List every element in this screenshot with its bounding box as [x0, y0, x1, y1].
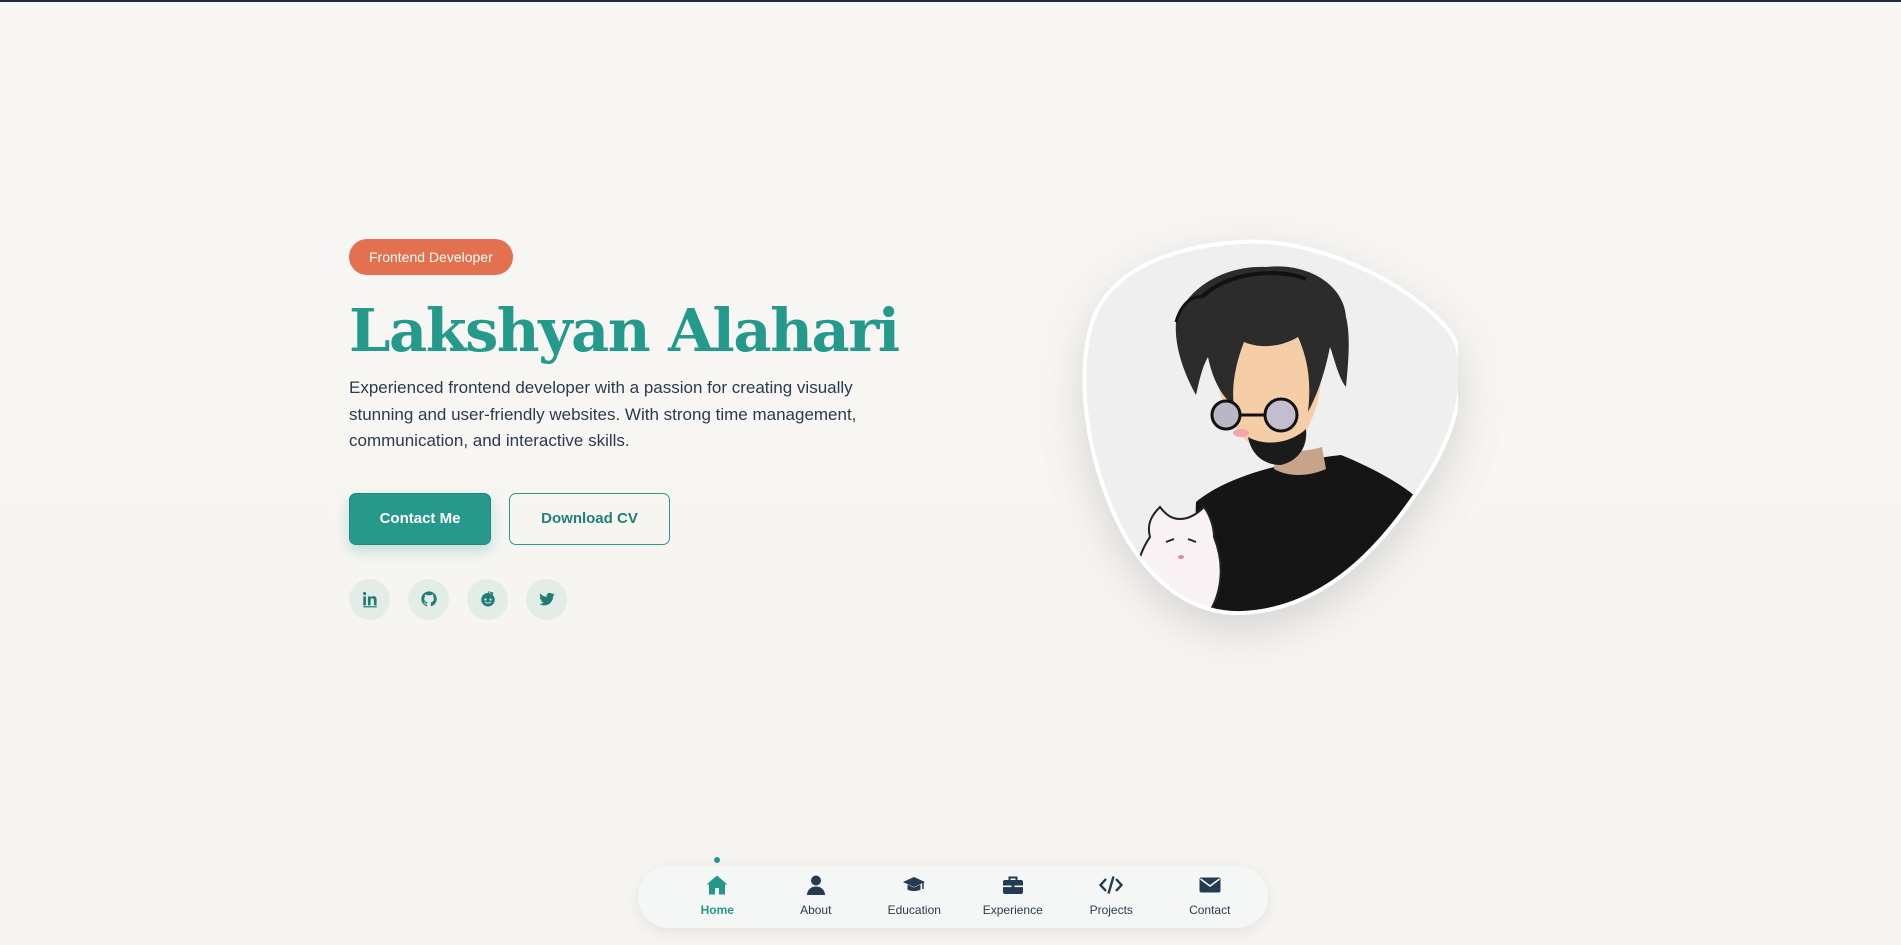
linkedin-icon — [362, 592, 377, 608]
nav-label-experience: Experience — [982, 903, 1043, 917]
download-cv-button[interactable]: Download CV — [509, 492, 670, 545]
envelope-icon — [1196, 869, 1224, 897]
user-icon — [802, 869, 830, 897]
nav-label-about: About — [800, 903, 832, 917]
hero-bio: Experienced frontend developer with a pa… — [349, 378, 857, 450]
graduation-cap-icon — [900, 869, 928, 897]
contact-me-button[interactable]: Contact Me — [349, 492, 491, 545]
nav-item-education[interactable]: Education — [865, 866, 964, 928]
briefcase-icon — [999, 869, 1027, 897]
nav-item-about[interactable]: About — [767, 866, 866, 928]
hero-section: Frontend Developer Lakshyan Alahari Expe… — [349, 239, 909, 620]
role-badge: Frontend Developer — [349, 239, 513, 275]
home-icon — [703, 869, 731, 897]
nav-label-home: Home — [700, 903, 734, 917]
twitter-icon — [538, 592, 555, 606]
nav-item-experience[interactable]: Experience — [964, 866, 1063, 928]
reddit-icon — [480, 591, 495, 607]
nav-label-projects: Projects — [1089, 903, 1133, 917]
nav-label-education: Education — [887, 903, 941, 917]
nav-item-home[interactable]: Home — [668, 857, 767, 928]
code-icon — [1097, 869, 1125, 897]
reddit-link[interactable] — [467, 578, 508, 620]
bottom-nav: Home About Education Experience Projects… — [638, 857, 1268, 928]
active-indicator-dot — [714, 857, 721, 863]
twitter-link[interactable] — [526, 578, 567, 620]
social-links — [349, 578, 909, 620]
avatar-illustration — [1082, 239, 1463, 616]
avatar — [1076, 237, 1463, 617]
nav-item-contact[interactable]: Contact — [1161, 866, 1260, 928]
linkedin-link[interactable] — [349, 578, 390, 620]
nav-item-projects[interactable]: Projects — [1062, 866, 1161, 928]
hero-buttons: Contact Me Download CV — [349, 492, 909, 545]
github-link[interactable] — [408, 578, 449, 620]
github-icon — [420, 591, 437, 607]
top-border — [0, 0, 1901, 2]
nav-label-contact: Contact — [1189, 903, 1231, 917]
hero-name: Lakshyan Alahari — [349, 296, 900, 365]
